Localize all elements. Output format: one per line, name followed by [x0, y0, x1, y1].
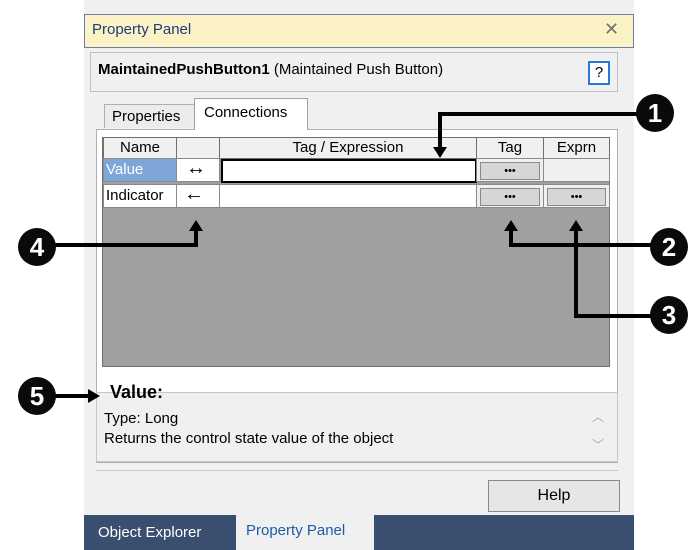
callout-4-arrow — [55, 228, 198, 247]
callout-4-arrowhead — [189, 220, 203, 231]
callout-2-arrow — [509, 228, 655, 247]
callout-3-arrowhead — [569, 220, 583, 231]
callout-badge-2: 2 — [650, 228, 688, 266]
callout-badge-1: 1 — [636, 94, 674, 132]
callout-arrows — [55, 112, 655, 403]
callout-3-arrow — [574, 228, 655, 318]
callout-badge-5: 5 — [18, 377, 56, 415]
callout-5-arrowhead — [88, 389, 100, 403]
callout-1-arrow — [438, 112, 638, 150]
callout-badge-3: 3 — [650, 296, 688, 334]
callout-badge-4: 4 — [18, 228, 56, 266]
callout-1-arrowhead — [433, 147, 447, 158]
callout-2-arrowhead — [504, 220, 518, 231]
